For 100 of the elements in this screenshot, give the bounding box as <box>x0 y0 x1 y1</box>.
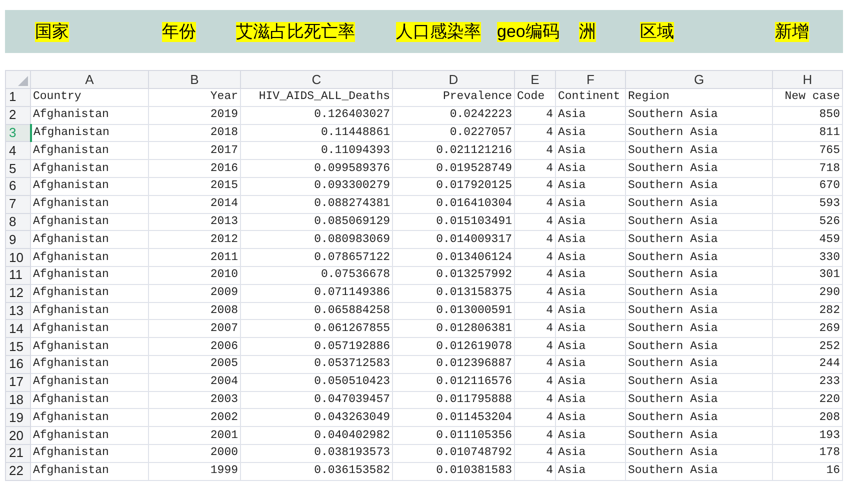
row-header[interactable]: 1 <box>6 88 30 106</box>
table-cell: 16 <box>772 462 842 480</box>
row-header[interactable]: 15 <box>6 338 30 356</box>
table-cell: Afghanistan <box>30 266 148 284</box>
row-header[interactable]: 9 <box>6 230 30 249</box>
table-cell: 0.053712583 <box>240 355 392 374</box>
table-cell: 4 <box>514 408 556 427</box>
table-cell: Asia <box>556 160 626 178</box>
table-cell: Asia <box>556 213 626 231</box>
table-cell: 0.012806381 <box>392 320 514 338</box>
table-cell: Asia <box>556 444 626 462</box>
table-cell: 2014 <box>148 195 240 214</box>
row-header[interactable]: 2 <box>6 106 30 124</box>
table-cell: 765 <box>772 142 842 160</box>
table-cell: 4 <box>514 177 556 196</box>
table-cell: Southern Asia <box>626 106 772 124</box>
table-cell: 4 <box>514 195 556 214</box>
row-header[interactable]: 10 <box>6 248 30 266</box>
table-cell: 4 <box>514 462 556 480</box>
table-cell: Asia <box>556 355 626 374</box>
column-header[interactable]: B <box>148 70 240 88</box>
table-cell: Afghanistan <box>30 142 148 160</box>
table-cell: Southern Asia <box>626 462 772 480</box>
table-cell: Asia <box>556 195 626 214</box>
table-cell: Afghanistan <box>30 230 148 249</box>
table-cell: 0.016410304 <box>392 195 514 214</box>
row-header[interactable]: 8 <box>6 213 30 231</box>
table-cell: 0.047039457 <box>240 391 392 409</box>
table-cell: HIV_AIDS_ALL_Deaths <box>240 88 392 106</box>
table-cell: Southern Asia <box>626 124 772 142</box>
row-header[interactable]: 12 <box>6 284 30 302</box>
table-cell: Southern Asia <box>626 355 772 374</box>
table-cell: Asia <box>556 230 626 249</box>
table-cell: Year <box>148 88 240 106</box>
column-label: geo编码 <box>497 22 560 42</box>
row-header[interactable]: 17 <box>6 373 30 392</box>
table-cell: 4 <box>514 230 556 249</box>
table-cell: Afghanistan <box>30 444 148 462</box>
table-cell: Southern Asia <box>626 302 772 320</box>
column-header[interactable]: H <box>772 70 842 88</box>
table-cell: Country <box>30 88 148 106</box>
table-cell: Southern Asia <box>626 177 772 196</box>
column-header[interactable]: G <box>626 70 772 88</box>
row-header[interactable]: 4 <box>6 142 30 160</box>
table-cell: New case <box>772 88 842 106</box>
row-header[interactable]: 16 <box>6 355 30 374</box>
table-cell: 252 <box>772 338 842 356</box>
table-cell: 282 <box>772 302 842 320</box>
table-cell: 0.013158375 <box>392 284 514 302</box>
column-label: 年份 <box>162 22 196 42</box>
column-header[interactable]: E <box>514 70 556 88</box>
table-cell: 0.07536678 <box>240 266 392 284</box>
table-cell: 0.11094393 <box>240 142 392 160</box>
table-cell: Afghanistan <box>30 284 148 302</box>
column-header[interactable]: D <box>392 70 514 88</box>
row-header[interactable]: 22 <box>6 462 30 480</box>
table-cell: Prevalence <box>392 88 514 106</box>
table-cell: Afghanistan <box>30 160 148 178</box>
row-header[interactable]: 21 <box>6 444 30 462</box>
column-header[interactable]: A <box>30 70 148 88</box>
table-cell: Code <box>514 88 556 106</box>
table-cell: 2003 <box>148 391 240 409</box>
table-cell: 4 <box>514 213 556 231</box>
table-cell: Asia <box>556 391 626 409</box>
column-header[interactable]: F <box>556 70 626 88</box>
row-header[interactable]: 5 <box>6 160 30 178</box>
table-cell: 2002 <box>148 408 240 427</box>
table-cell: 0.011105356 <box>392 426 514 444</box>
row-header[interactable]: 20 <box>6 426 30 444</box>
table-cell: Asia <box>556 266 626 284</box>
table-cell: Asia <box>556 462 626 480</box>
table-cell: 526 <box>772 213 842 231</box>
table-cell: Afghanistan <box>30 426 148 444</box>
table-cell: 593 <box>772 195 842 214</box>
table-cell: 0.036153582 <box>240 462 392 480</box>
table-cell: 2019 <box>148 106 240 124</box>
table-cell: 811 <box>772 124 842 142</box>
row-header[interactable]: 18 <box>6 391 30 409</box>
table-cell: 0.012116576 <box>392 373 514 392</box>
table-cell: 4 <box>514 106 556 124</box>
corner-triangle-icon <box>18 76 28 86</box>
table-cell: Southern Asia <box>626 444 772 462</box>
row-header[interactable]: 14 <box>6 320 30 338</box>
table-cell: Southern Asia <box>626 230 772 249</box>
table-cell: Southern Asia <box>626 195 772 214</box>
table-cell: Southern Asia <box>626 160 772 178</box>
row-header[interactable]: 6 <box>6 177 30 196</box>
table-cell: 4 <box>514 338 556 356</box>
table-cell: 2006 <box>148 338 240 356</box>
table-cell: 0.050510423 <box>240 373 392 392</box>
select-all-corner[interactable] <box>6 70 30 88</box>
row-header[interactable]: 13 <box>6 302 30 320</box>
table-cell: Afghanistan <box>30 373 148 392</box>
column-label: 国家 <box>35 22 69 42</box>
table-cell: 0.012396887 <box>392 355 514 374</box>
row-header[interactable]: 7 <box>6 195 30 214</box>
table-cell: 220 <box>772 391 842 409</box>
row-header[interactable]: 11 <box>6 266 30 284</box>
row-header[interactable]: 19 <box>6 408 30 427</box>
column-header[interactable]: C <box>240 70 392 88</box>
